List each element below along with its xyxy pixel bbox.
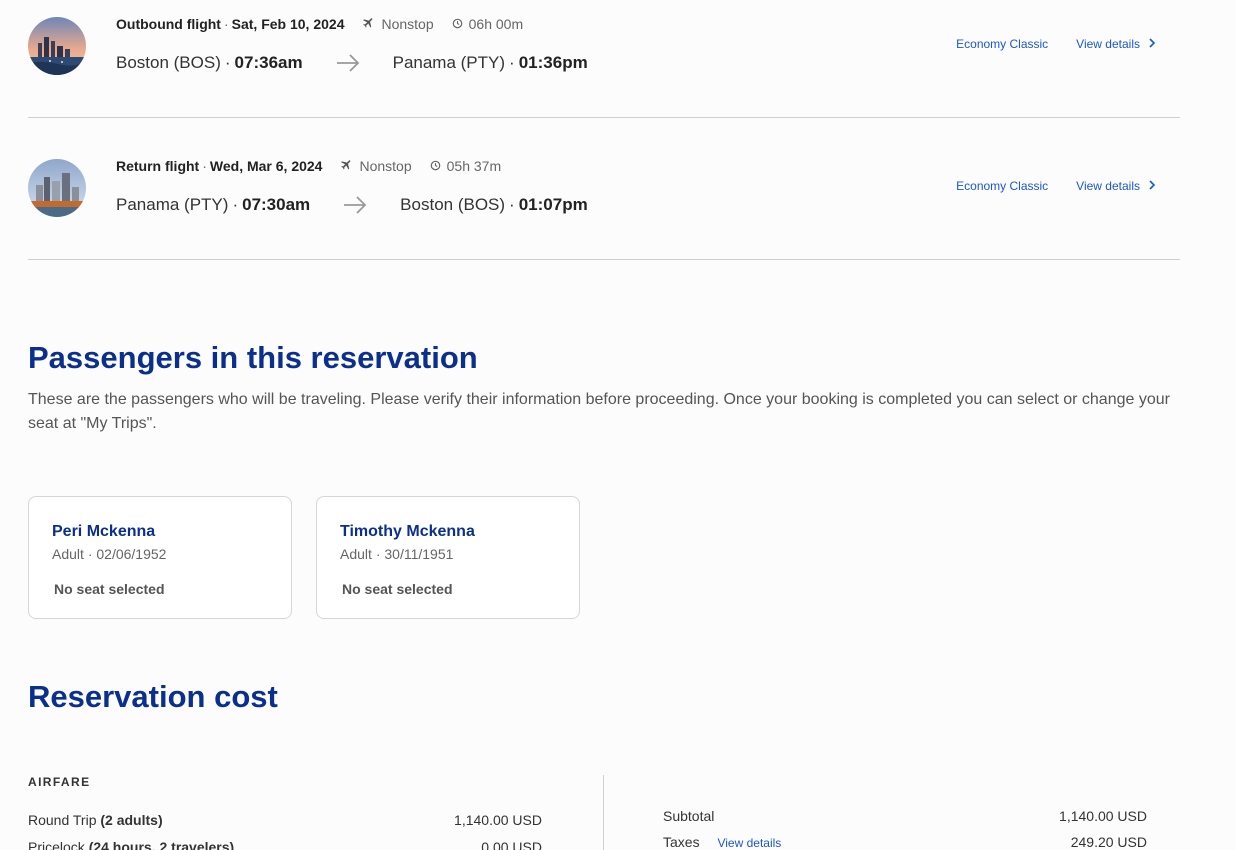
view-details-link[interactable]: View details [1076, 179, 1156, 193]
chevron-right-icon [1140, 37, 1156, 51]
destination-city: Boston (BOS) [400, 195, 506, 214]
reservation-cost-title: Reservation cost [28, 679, 278, 714]
passenger-card[interactable]: Peri Mckenna Adult · 02/06/1952 No seat … [28, 496, 292, 619]
destination-photo [28, 17, 86, 75]
plane-icon [362, 16, 381, 32]
flight-route: Boston (BOS) · 07:36am Panama (PTY) · 01… [116, 53, 588, 73]
duration-info: 05h 37m [430, 158, 501, 174]
passenger-info: Adult · 30/11/1951 [340, 546, 453, 562]
round-trip-label: Round Trip [28, 812, 97, 828]
passenger-name: Timothy Mckenna [340, 523, 475, 540]
duration-label: 05h 37m [446, 158, 502, 174]
stops-info: Nonstop [362, 16, 434, 32]
route-separator: · [232, 195, 239, 214]
passenger-type: Adult [52, 546, 84, 562]
view-details-label: View details [1076, 179, 1140, 193]
arrival-time: 01:36pm [518, 53, 588, 72]
return-flight-row: Return flight · Wed, Mar 6, 2024 Nonstop… [28, 142, 1180, 260]
pricelock-amount: 0.00 USD [481, 839, 542, 850]
round-trip-amount: 1,140.00 USD [454, 812, 542, 828]
subtotal-label: Subtotal [663, 808, 715, 824]
passenger-dob: 02/06/1952 [96, 546, 167, 562]
clock-icon [452, 16, 469, 32]
flight-type: Outbound flight [116, 16, 221, 32]
cost-divider [603, 775, 604, 850]
route-separator: · [509, 195, 515, 214]
duration-info: 06h 00m [452, 16, 523, 32]
passenger-name: Peri Mckenna [52, 523, 156, 540]
flight-links: Economy Classic View details [956, 179, 1156, 193]
clock-icon [430, 158, 447, 174]
outbound-flight-row: Outbound flight · Sat, Feb 10, 2024 Nons… [28, 0, 1180, 118]
arrow-right-icon [335, 53, 361, 73]
subtotal-amount: 1,140.00 USD [1059, 808, 1147, 824]
flight-route: Panama (PTY) · 07:30am Boston (BOS) · 01… [116, 195, 588, 215]
pricelock-qty: (24 hours, 2 travelers) [88, 839, 235, 850]
taxes-view-details-link[interactable]: View details [717, 836, 781, 850]
stops-info: Nonstop [340, 158, 412, 174]
meta-separator: · [202, 158, 207, 174]
flight-meta: Return flight · Wed, Mar 6, 2024 Nonstop… [116, 158, 501, 174]
flight-date: Sat, Feb 10, 2024 [231, 16, 345, 32]
plane-icon [340, 158, 359, 174]
passenger-dob: 30/11/1951 [384, 546, 454, 562]
passengers-title: Passengers in this reservation [28, 340, 478, 375]
info-separator: · [375, 546, 381, 562]
view-details-link[interactable]: View details [1076, 37, 1156, 51]
passenger-card[interactable]: Timothy Mckenna Adult · 30/11/1951 No se… [316, 496, 580, 619]
flight-type: Return flight [116, 158, 200, 174]
stops-label: Nonstop [381, 16, 434, 32]
seat-status: No seat selected [342, 581, 453, 597]
flight-links: Economy Classic View details [956, 37, 1156, 51]
round-trip-label-row: Round Trip (2 adults) [28, 812, 163, 828]
duration-label: 06h 00m [468, 16, 524, 32]
arrival-time: 01:07pm [518, 195, 588, 214]
route-separator: · [509, 53, 515, 72]
cabin-class-link[interactable]: Economy Classic [956, 37, 1048, 51]
cabin-class-link[interactable]: Economy Classic [956, 179, 1048, 193]
passenger-info: Adult · 02/06/1952 [52, 546, 166, 562]
pricelock-label: Pricelock [28, 839, 85, 850]
chevron-right-icon [1140, 179, 1156, 193]
seat-status: No seat selected [54, 581, 165, 597]
destination-photo [28, 159, 86, 217]
taxes-label: Taxes [663, 834, 700, 850]
destination-city: Panama (PTY) [392, 53, 506, 72]
passenger-type: Adult [340, 546, 372, 562]
arrow-right-icon [342, 195, 368, 215]
origin-city: Panama (PTY) [116, 195, 229, 214]
departure-time: 07:30am [242, 195, 311, 214]
taxes-row: Taxes View details [663, 834, 781, 850]
departure-time: 07:36am [234, 53, 303, 72]
flight-meta: Outbound flight · Sat, Feb 10, 2024 Nons… [116, 16, 523, 32]
pricelock-label-row: Pricelock (24 hours, 2 travelers) [28, 839, 234, 850]
round-trip-qty: (2 adults) [100, 812, 163, 828]
view-details-label: View details [1076, 37, 1140, 51]
stops-label: Nonstop [359, 158, 412, 174]
passengers-description: These are the passengers who will be tra… [28, 391, 1170, 432]
flight-date: Wed, Mar 6, 2024 [209, 158, 323, 174]
origin-city: Boston (BOS) [116, 53, 221, 72]
info-separator: · [87, 546, 93, 562]
meta-separator: · [223, 16, 229, 32]
taxes-amount: 249.20 USD [1070, 834, 1147, 850]
route-separator: · [224, 53, 231, 72]
airfare-label: AIRFARE [28, 775, 91, 789]
